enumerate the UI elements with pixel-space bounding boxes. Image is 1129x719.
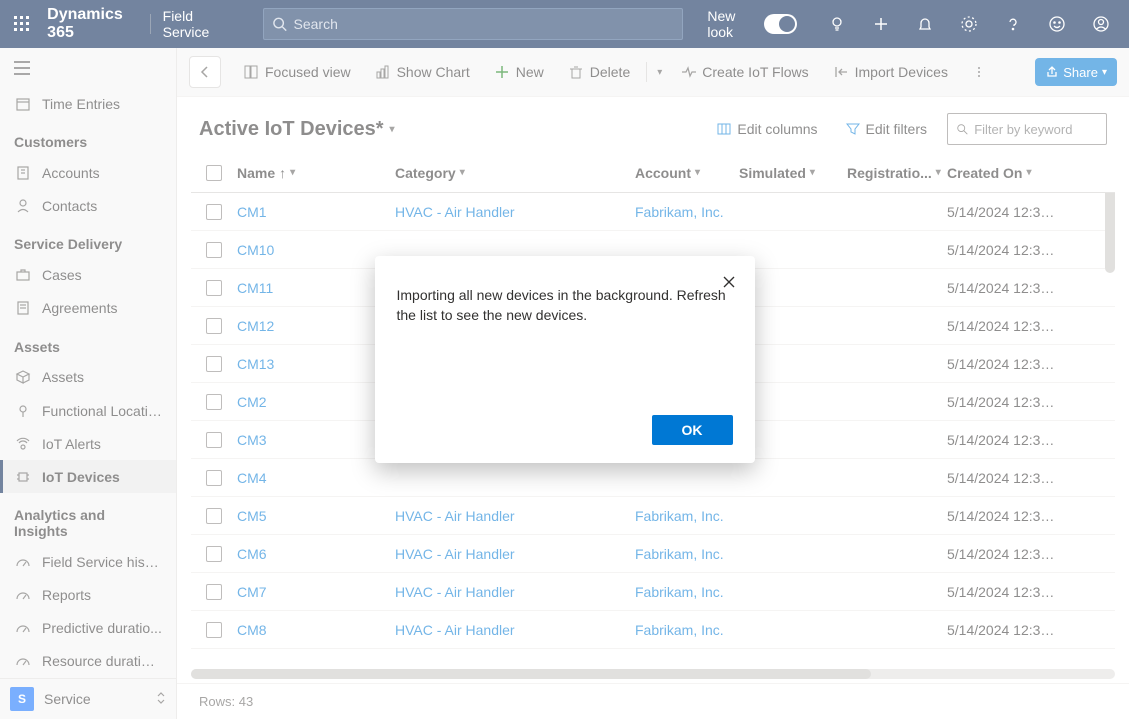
ok-button[interactable]: OK bbox=[652, 415, 733, 445]
import-dialog: Importing all new devices in the backgro… bbox=[375, 256, 755, 463]
close-button[interactable] bbox=[715, 268, 743, 296]
close-icon bbox=[722, 275, 736, 289]
dialog-text: Importing all new devices in the backgro… bbox=[397, 286, 733, 325]
modal-backdrop: Importing all new devices in the backgro… bbox=[0, 0, 1129, 719]
